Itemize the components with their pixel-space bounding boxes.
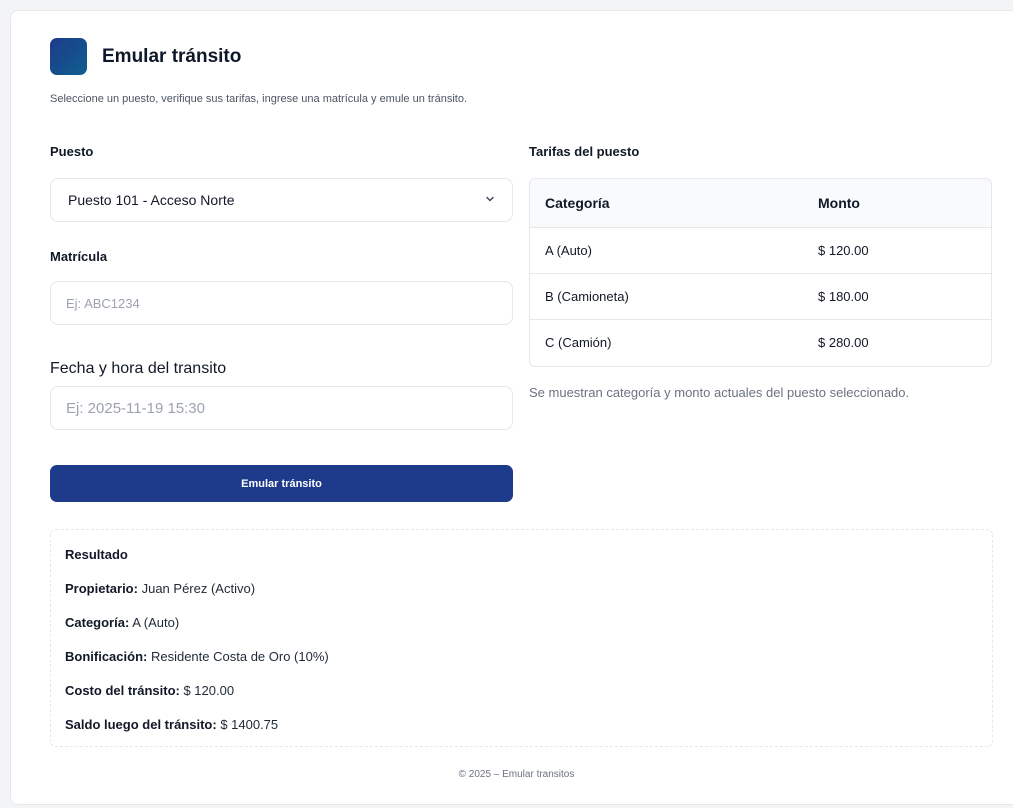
costo-label: Costo del tránsito: <box>65 683 180 698</box>
propietario-label: Propietario: <box>65 581 138 596</box>
bonificacion-value: Residente Costa de Oro (10%) <box>150 649 329 664</box>
table-row: A (Auto) $ 120.00 <box>530 227 991 273</box>
row-monto: $ 280.00 <box>818 335 869 350</box>
header-monto: Monto <box>818 195 860 211</box>
table-row: B (Camioneta) $ 180.00 <box>530 273 991 319</box>
table-row: C (Camión) $ 280.00 <box>530 319 991 365</box>
table-header-row: Categoría Monto <box>530 179 991 227</box>
app-logo-icon <box>50 38 87 75</box>
resultado-panel: Resultado Propietario: Juan Pérez (Activ… <box>50 529 993 747</box>
fecha-input[interactable]: Ej: 2025-11-19 15:30 <box>50 386 513 430</box>
row-categoria: B (Camioneta) <box>545 289 629 304</box>
saldo-label: Saldo luego del tránsito: <box>65 717 217 732</box>
matricula-placeholder: Ej: ABC1234 <box>66 295 140 311</box>
costo-value: $ 120.00 <box>183 683 235 698</box>
matricula-label: Matrícula <box>50 249 108 264</box>
resultado-title: Resultado <box>65 547 128 562</box>
resultado-saldo: Saldo luego del tránsito: $ 1400.75 <box>65 717 278 732</box>
chevron-down-icon <box>486 196 494 202</box>
puesto-label: Puesto <box>50 144 94 159</box>
page-subtitle: Seleccione un puesto, verifique sus tari… <box>50 93 468 105</box>
categoria-value: A (Auto) <box>132 615 180 630</box>
tarifas-title: Tarifas del puesto <box>529 144 640 159</box>
resultado-propietario: Propietario: Juan Pérez (Activo) <box>65 581 255 596</box>
puesto-selected-value: Puesto 101 - Acceso Norte <box>68 192 235 208</box>
tarifas-note: Se muestran categoría y monto actuales d… <box>529 385 910 400</box>
header-categoria: Categoría <box>545 195 610 211</box>
saldo-value: $ 1400.75 <box>220 717 279 732</box>
bonificacion-label: Bonificación: <box>65 649 148 664</box>
resultado-categoria: Categoría: A (Auto) <box>65 615 179 630</box>
matricula-input[interactable]: Ej: ABC1234 <box>50 281 513 325</box>
main-card: Emular tránsito Seleccione un puesto, ve… <box>10 10 1013 805</box>
tarifas-table: Categoría Monto A (Auto) $ 120.00 B (Cam… <box>529 178 992 367</box>
row-categoria: A (Auto) <box>545 243 592 258</box>
page-title: Emular tránsito <box>102 45 242 67</box>
row-categoria: C (Camión) <box>545 335 612 350</box>
page-footer: © 2025 – Emular transitos <box>458 769 575 780</box>
puesto-select[interactable]: Puesto 101 - Acceso Norte <box>50 178 513 222</box>
propietario-value: Juan Pérez (Activo) <box>141 581 256 596</box>
fecha-label: Fecha y hora del transito <box>50 360 227 377</box>
page-header: Emular tránsito <box>50 38 241 75</box>
resultado-bonificacion: Bonificación: Residente Costa de Oro (10… <box>65 649 329 664</box>
categoria-label: Categoría: <box>65 615 130 630</box>
row-monto: $ 120.00 <box>818 243 869 258</box>
resultado-costo: Costo del tránsito: $ 120.00 <box>65 683 234 698</box>
emular-transito-button[interactable]: Emular tránsito <box>50 465 513 502</box>
fecha-placeholder: Ej: 2025-11-19 15:30 <box>66 399 205 417</box>
row-monto: $ 180.00 <box>818 289 869 304</box>
